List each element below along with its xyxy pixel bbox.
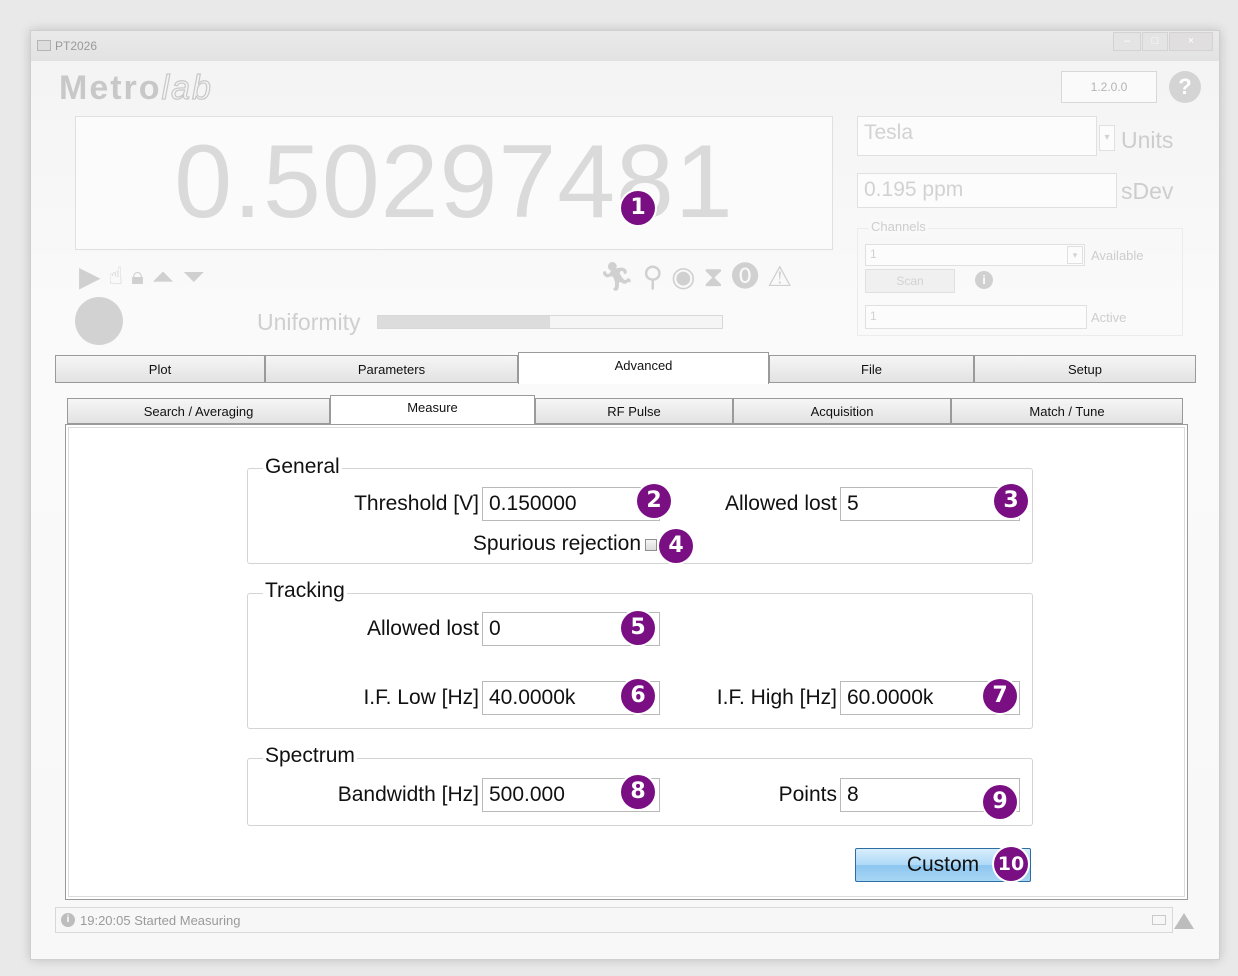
app-window: PT2026 – □ × Metrolab 1.2.0.0 ? 0.502974… xyxy=(30,30,1220,960)
units-label: Units xyxy=(1121,127,1174,153)
callout-badge-5: 5 xyxy=(621,611,655,645)
callout-badge-7: 7 xyxy=(983,679,1017,713)
spectrum-title: Spectrum xyxy=(263,744,357,768)
arrow-down-icon[interactable]: ⏷ xyxy=(182,262,204,292)
sdev-field: 0.195 ppm xyxy=(857,173,1117,208)
lock-icon[interactable]: 🔒︎ xyxy=(131,262,144,292)
callout-badge-2: 2 xyxy=(637,484,671,518)
status-indicator-icon xyxy=(1152,915,1166,925)
scan-button[interactable]: Scan xyxy=(865,269,955,293)
allowed-lost-label: Allowed lost xyxy=(724,492,837,515)
spurious-rejection-label: Spurious rejection xyxy=(472,532,641,555)
bandwidth-label: Bandwidth [Hz] xyxy=(337,783,479,806)
units-dropdown-arrow-icon[interactable]: ▾ xyxy=(1099,125,1115,151)
hand-pointer-icon[interactable]: ☝ xyxy=(109,262,124,292)
subtab-measure[interactable]: Measure xyxy=(330,395,535,425)
active-channel-field[interactable]: 1 xyxy=(865,305,1087,329)
channels-title: Channels xyxy=(869,219,928,234)
warning-triangle-icon: ⚠ xyxy=(767,261,793,292)
uniformity-bar-fill xyxy=(378,316,550,328)
status-icon-row: 🏃︎ ⚲ ◉ ⧗ ⓿ ⚠ xyxy=(599,262,792,292)
tab-plot[interactable]: Plot xyxy=(55,355,265,383)
field-readout-display: 0.50297481 xyxy=(75,116,833,250)
metrolab-logo: Metrolab xyxy=(59,68,213,107)
main-tab-bar: Plot Parameters Advanced File Setup xyxy=(55,352,1196,385)
record-button[interactable] xyxy=(75,297,123,345)
expand-arrow-icon[interactable] xyxy=(1174,913,1194,929)
app-icon xyxy=(37,40,51,51)
threshold-input[interactable]: 0.150000 xyxy=(482,487,660,521)
subtab-search-averaging[interactable]: Search / Averaging xyxy=(67,398,330,424)
version-label: 1.2.0.0 xyxy=(1061,71,1157,103)
tracking-title: Tracking xyxy=(263,579,347,603)
allowed-lost-input[interactable]: 5 xyxy=(840,487,1020,521)
tab-setup[interactable]: Setup xyxy=(974,355,1196,383)
callout-badge-10: 10 xyxy=(994,847,1028,881)
callout-badge-3: 3 xyxy=(994,484,1028,518)
window-title: PT2026 xyxy=(55,39,98,53)
subtab-acquisition[interactable]: Acquisition xyxy=(733,398,951,424)
readout-value: 0.50297481 xyxy=(174,124,734,240)
uniformity-bar xyxy=(377,315,723,329)
info-status-icon: i xyxy=(61,913,75,927)
available-dropdown-arrow-icon[interactable]: ▾ xyxy=(1067,246,1083,264)
window-controls: – □ × xyxy=(1113,32,1213,51)
status-message: 19:20:05 Started Measuring xyxy=(80,913,241,928)
if-low-label: I.F. Low [Hz] xyxy=(363,686,479,709)
help-icon[interactable]: ? xyxy=(1169,71,1201,103)
hourglass-icon: ⧗ xyxy=(703,261,724,292)
units-select[interactable]: Tesla xyxy=(857,116,1097,156)
arrow-up-icon[interactable]: ⏶ xyxy=(152,262,174,292)
callout-badge-9: 9 xyxy=(983,785,1017,819)
general-title: General xyxy=(263,455,342,479)
points-label: Points xyxy=(778,783,837,806)
available-channel-select[interactable]: 1 xyxy=(865,244,1085,266)
threshold-label: Threshold [V] xyxy=(354,492,479,515)
callout-badge-8: 8 xyxy=(621,775,655,809)
uniformity-label: Uniformity xyxy=(257,309,361,335)
callout-badge-6: 6 xyxy=(621,679,655,713)
active-label: Active xyxy=(1091,310,1127,325)
subtab-rf-pulse[interactable]: RF Pulse xyxy=(535,398,733,424)
status-bar: i 19:20:05 Started Measuring xyxy=(55,907,1173,933)
if-high-label: I.F. High [Hz] xyxy=(716,686,837,709)
tracking-allowed-lost-label: Allowed lost xyxy=(366,617,479,640)
sub-tab-bar: Search / Averaging Measure RF Pulse Acqu… xyxy=(67,395,1185,426)
tab-advanced[interactable]: Advanced xyxy=(518,352,769,384)
close-button[interactable]: × xyxy=(1169,32,1213,51)
magnifier-icon: ⚲ xyxy=(642,261,664,292)
logo-main-text: Metro xyxy=(59,69,162,107)
sdev-label: sDev xyxy=(1121,178,1174,204)
tab-parameters[interactable]: Parameters xyxy=(265,355,518,383)
subtab-match-tune[interactable]: Match / Tune xyxy=(951,398,1183,424)
play-icon[interactable]: ▶ xyxy=(79,262,101,292)
info-icon[interactable]: i xyxy=(975,271,993,289)
minimize-button[interactable]: – xyxy=(1113,32,1141,51)
logo-script-text: lab xyxy=(161,68,213,107)
callout-badge-1: 1 xyxy=(621,191,655,225)
callout-badge-4: 4 xyxy=(659,529,693,563)
control-icon-row: ▶ ☝ 🔒︎ ⏶ ⏷ xyxy=(79,262,205,292)
available-label: Available xyxy=(1091,248,1144,263)
spurious-rejection-checkbox[interactable] xyxy=(645,539,657,551)
exclamation-circle-icon: ⓿ xyxy=(731,261,760,292)
title-bar: PT2026 – □ × xyxy=(31,31,1219,61)
maximize-button[interactable]: □ xyxy=(1142,32,1168,51)
tab-file[interactable]: File xyxy=(769,355,974,383)
running-man-icon: 🏃︎ xyxy=(599,261,635,292)
gauge-icon: ◉ xyxy=(671,261,696,292)
